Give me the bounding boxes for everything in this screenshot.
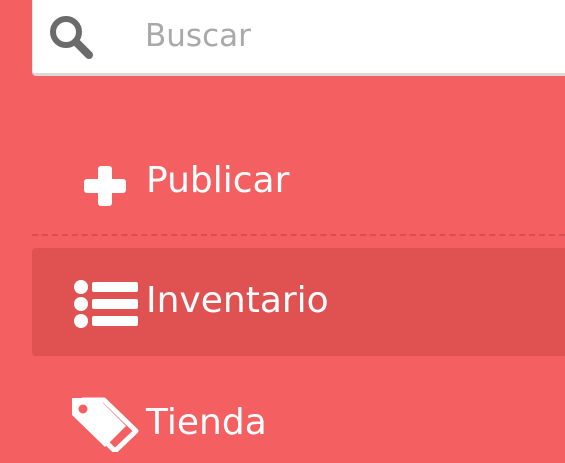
list-icon xyxy=(74,280,138,328)
menu-divider xyxy=(32,234,565,236)
menu-item-publicar[interactable]: Publicar xyxy=(32,130,565,234)
menu-item-label: Inventario xyxy=(146,280,329,321)
menu-item-inventario[interactable]: Inventario xyxy=(32,248,565,356)
menu-item-label: Tienda xyxy=(146,402,267,443)
menu-item-tienda[interactable]: Tienda xyxy=(32,375,565,463)
menu-item-label: Publicar xyxy=(146,160,290,201)
plus-icon xyxy=(84,166,126,206)
search-icon[interactable] xyxy=(47,13,95,61)
search-input[interactable] xyxy=(145,10,545,62)
tags-icon xyxy=(72,397,139,452)
search-bar xyxy=(32,0,565,76)
